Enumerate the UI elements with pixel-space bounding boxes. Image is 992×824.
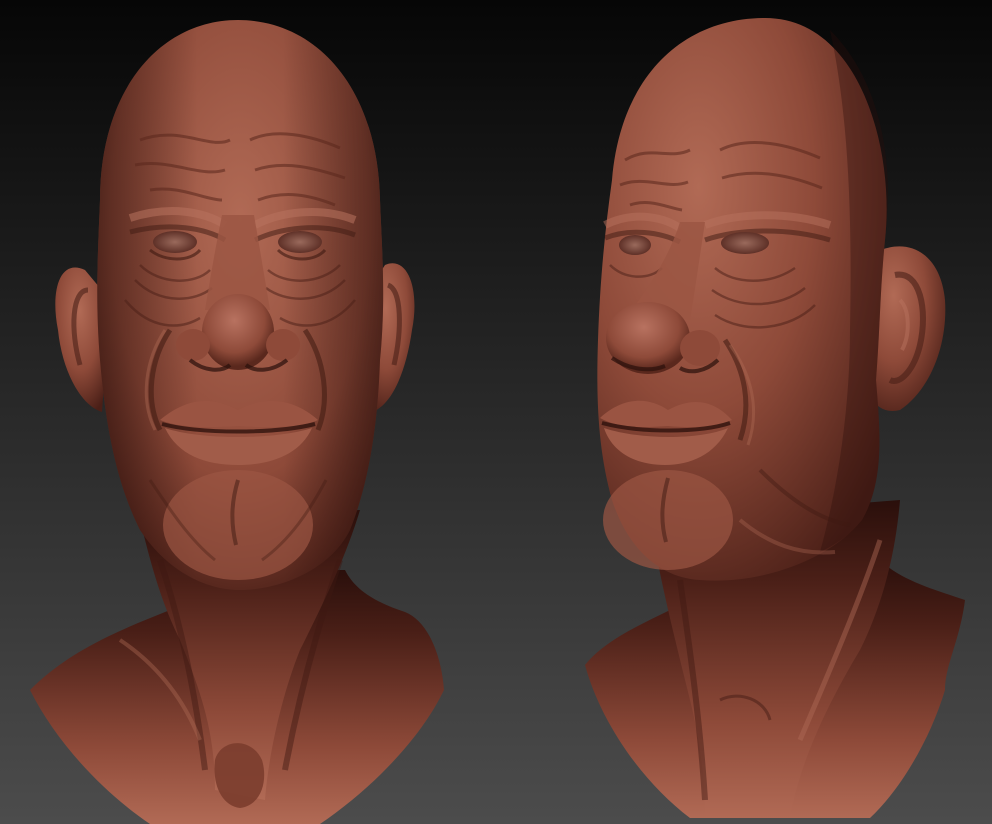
front-nose — [202, 294, 274, 370]
side-right-eye — [721, 232, 769, 254]
sculpt-render — [0, 0, 992, 824]
render-viewport — [0, 0, 992, 824]
front-right-eye — [278, 231, 322, 253]
front-left-eye — [153, 231, 197, 253]
side-left-eye — [619, 235, 651, 255]
